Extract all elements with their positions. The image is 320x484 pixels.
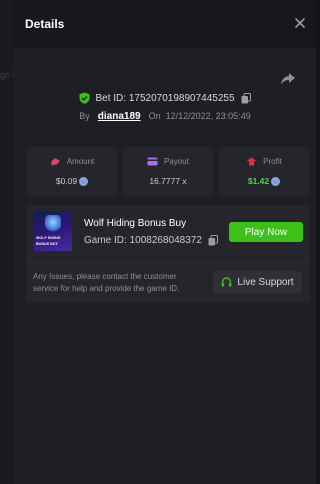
live-support-button[interactable]: Live Support [213,271,302,293]
game-card: WOLF HIDING BONUS BUY Wolf Hiding Bonus … [26,205,310,303]
backdrop-text: gh i [0,70,15,80]
play-now-button[interactable]: Play Now [229,222,303,242]
stats-row: Amount $0.09 Payout 16.7777 x Profit $1.… [26,147,310,196]
profit-value: $1.42 [247,176,270,186]
amount-label: Amount [66,157,95,166]
profit-label: Profit [263,157,282,166]
copy-icon[interactable] [241,92,251,104]
shield-check-icon [79,92,90,104]
game-id-row: Game ID: 1008268048372 [84,235,218,246]
bet-id-row: Bet ID: 1752070198907445255 [14,92,316,104]
bet-id-label: Bet ID: [95,92,127,104]
game-thumbnail[interactable]: WOLF HIDING BONUS BUY [34,211,72,251]
payout-value: 16.7777 x [149,176,187,186]
amount-icon [50,158,60,166]
coin-icon [271,176,281,186]
page-backdrop: gh i [0,0,15,484]
amount-value: $0.09 [55,176,78,186]
divider [26,262,310,263]
close-icon[interactable] [292,15,308,31]
wolf-artwork [45,215,61,233]
coin-icon [79,176,89,186]
panel-title: Details [25,17,65,31]
bet-datetime: 12/12/2022, 23:05:49 [165,111,251,121]
thumb-title-line1: WOLF HIDING [36,236,61,240]
bet-id-value: 1752070198907445255 [128,92,235,104]
profit-card: Profit $1.42 [218,147,310,196]
profit-icon [246,157,257,166]
panel-header: Details [14,0,316,48]
game-name: Wolf Hiding Bonus Buy [84,218,187,229]
game-id-value: 1008268048372 [129,235,202,246]
username-link[interactable]: diana189 [98,111,141,122]
amount-card: Amount $0.09 [26,147,118,196]
headset-icon [222,276,232,287]
details-panel: Details Bet ID: 1752070198907445255 By d… [14,0,316,484]
copy-icon[interactable] [208,235,218,246]
live-support-label: Live Support [237,276,294,288]
share-icon[interactable] [280,72,296,86]
support-help-text: Any Issues, please contact the customer … [33,272,180,293]
by-label: By [79,111,90,121]
bet-author-row: By diana189 On 12/12/2022, 23:05:49 [14,111,316,122]
thumb-title-line2: BONUS BUY [36,242,58,246]
on-label: On [148,111,161,121]
payout-icon [147,157,158,166]
payout-card: Payout 16.7777 x [122,147,214,196]
payout-label: Payout [164,157,189,166]
game-id-label: Game ID: [84,235,127,246]
